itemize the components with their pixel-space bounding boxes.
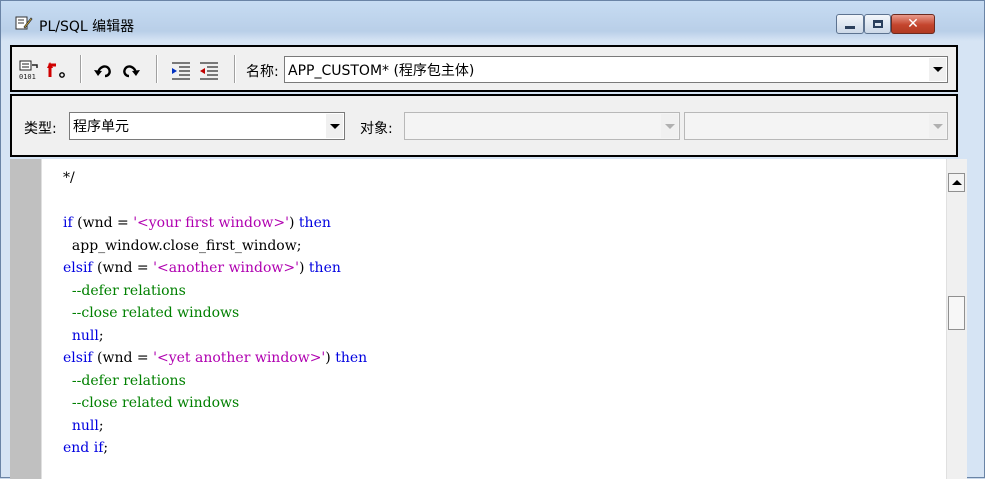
- line-gutter: [10, 159, 41, 479]
- code-editor[interactable]: */ if (wnd = '<your first window>') then…: [10, 159, 958, 479]
- name-label: 名称:: [246, 64, 279, 80]
- vertical-scrollbar[interactable]: [946, 159, 967, 479]
- code-line: */: [63, 170, 75, 186]
- name-select[interactable]: APP_CUSTOM* (程序包主体): [284, 56, 948, 83]
- goto-icon[interactable]: [44, 59, 68, 81]
- code-line: null;: [63, 418, 104, 434]
- dropdown-arrow-icon[interactable]: [929, 58, 946, 81]
- string-literal: '<your first window>': [133, 215, 289, 231]
- minimize-icon: [845, 25, 855, 29]
- comment: --close related windows: [63, 395, 240, 411]
- edit-icon: [15, 15, 33, 31]
- window-title: PL/SQL 编辑器: [39, 19, 135, 35]
- title-bar[interactable]: PL/SQL 编辑器 ✕: [1, 1, 984, 45]
- dropdown-arrow-icon[interactable]: [326, 114, 343, 138]
- keyword: if: [63, 215, 73, 231]
- scroll-up-button[interactable]: [948, 173, 965, 192]
- name-select-value: APP_CUSTOM* (程序包主体): [288, 63, 475, 79]
- code-line: --defer relations: [63, 283, 186, 299]
- code-line: --close related windows: [63, 305, 239, 321]
- close-button[interactable]: ✕: [891, 14, 935, 34]
- keyword: then: [308, 260, 341, 276]
- svg-text:0101: 0101: [19, 73, 36, 81]
- toolbar-separator: [156, 55, 158, 83]
- toolbar-separator: [80, 55, 82, 83]
- code-line: app_window.close_first_window;: [63, 237, 302, 254]
- redo-icon[interactable]: [120, 59, 142, 81]
- code-line: --defer relations: [63, 373, 186, 389]
- code-text-segment: (wnd =: [92, 350, 154, 366]
- code-line: if (wnd = '<your first window>') then: [63, 215, 331, 231]
- code-text[interactable]: */ if (wnd = '<your first window>') then…: [63, 167, 367, 460]
- main-toolbar: 0101 名称: APP_CUSTOM* (程序包主体): [10, 45, 958, 92]
- code-text-segment: ): [289, 215, 299, 231]
- string-literal: '<yet another window>': [153, 350, 326, 366]
- object-select-2[interactable]: [684, 112, 948, 140]
- dropdown-arrow-icon[interactable]: [661, 114, 678, 138]
- comment: --defer relations: [63, 372, 186, 389]
- keyword: then: [298, 215, 331, 231]
- scrollbar-thumb[interactable]: [948, 296, 965, 330]
- unindent-icon[interactable]: [198, 59, 220, 81]
- dropdown-arrow-icon[interactable]: [929, 114, 946, 138]
- scroll-up-icon: [951, 180, 962, 185]
- keyword: end if: [63, 440, 104, 456]
- plsql-editor-window: PL/SQL 编辑器 ✕ 0101 名称: APP_CUSTOM* (程序包主体…: [0, 0, 985, 479]
- toolbar-separator: [234, 55, 236, 83]
- filter-toolbar: 类型: 程序单元 对象:: [10, 94, 958, 157]
- gutter-divider: [41, 159, 42, 479]
- object-label: 对象:: [360, 121, 393, 137]
- code-line: elsif (wnd = '<another window>') then: [63, 260, 341, 276]
- code-line: --close related windows: [63, 395, 239, 411]
- maximize-button[interactable]: [864, 14, 891, 34]
- code-text-segment: ): [325, 350, 336, 366]
- keyword: elsif: [63, 260, 93, 276]
- maximize-icon: [872, 20, 883, 28]
- code-line: elsif (wnd = '<yet another window>') the…: [63, 350, 367, 366]
- code-text-segment: ;: [98, 327, 104, 344]
- code-text-segment: ;: [98, 417, 104, 434]
- undo-icon[interactable]: [92, 59, 114, 81]
- code-line: null;: [63, 328, 104, 344]
- code-text-segment: */: [63, 170, 75, 186]
- code-text-segment: app_window.close_first_window;: [63, 237, 302, 254]
- object-select-1[interactable]: [404, 112, 680, 140]
- comment: --defer relations: [63, 282, 186, 299]
- close-icon: ✕: [907, 16, 919, 32]
- code-text-segment: (wnd =: [92, 260, 154, 276]
- keyword: null: [63, 327, 99, 344]
- code-line: end if;: [63, 440, 108, 456]
- compile-icon[interactable]: 0101: [18, 59, 40, 81]
- type-select[interactable]: 程序单元: [69, 112, 345, 140]
- string-literal: '<another window>': [153, 260, 299, 276]
- keyword: elsif: [63, 350, 93, 366]
- indent-icon[interactable]: [170, 59, 192, 81]
- keyword: then: [335, 350, 368, 366]
- code-text-segment: (wnd =: [72, 215, 134, 231]
- minimize-button[interactable]: [836, 14, 864, 34]
- type-select-value: 程序单元: [73, 119, 129, 135]
- comment: --close related windows: [63, 305, 240, 321]
- code-text-segment: ): [299, 260, 309, 276]
- keyword: null: [63, 417, 99, 434]
- type-label: 类型:: [24, 121, 57, 137]
- code-text-segment: ;: [103, 440, 109, 456]
